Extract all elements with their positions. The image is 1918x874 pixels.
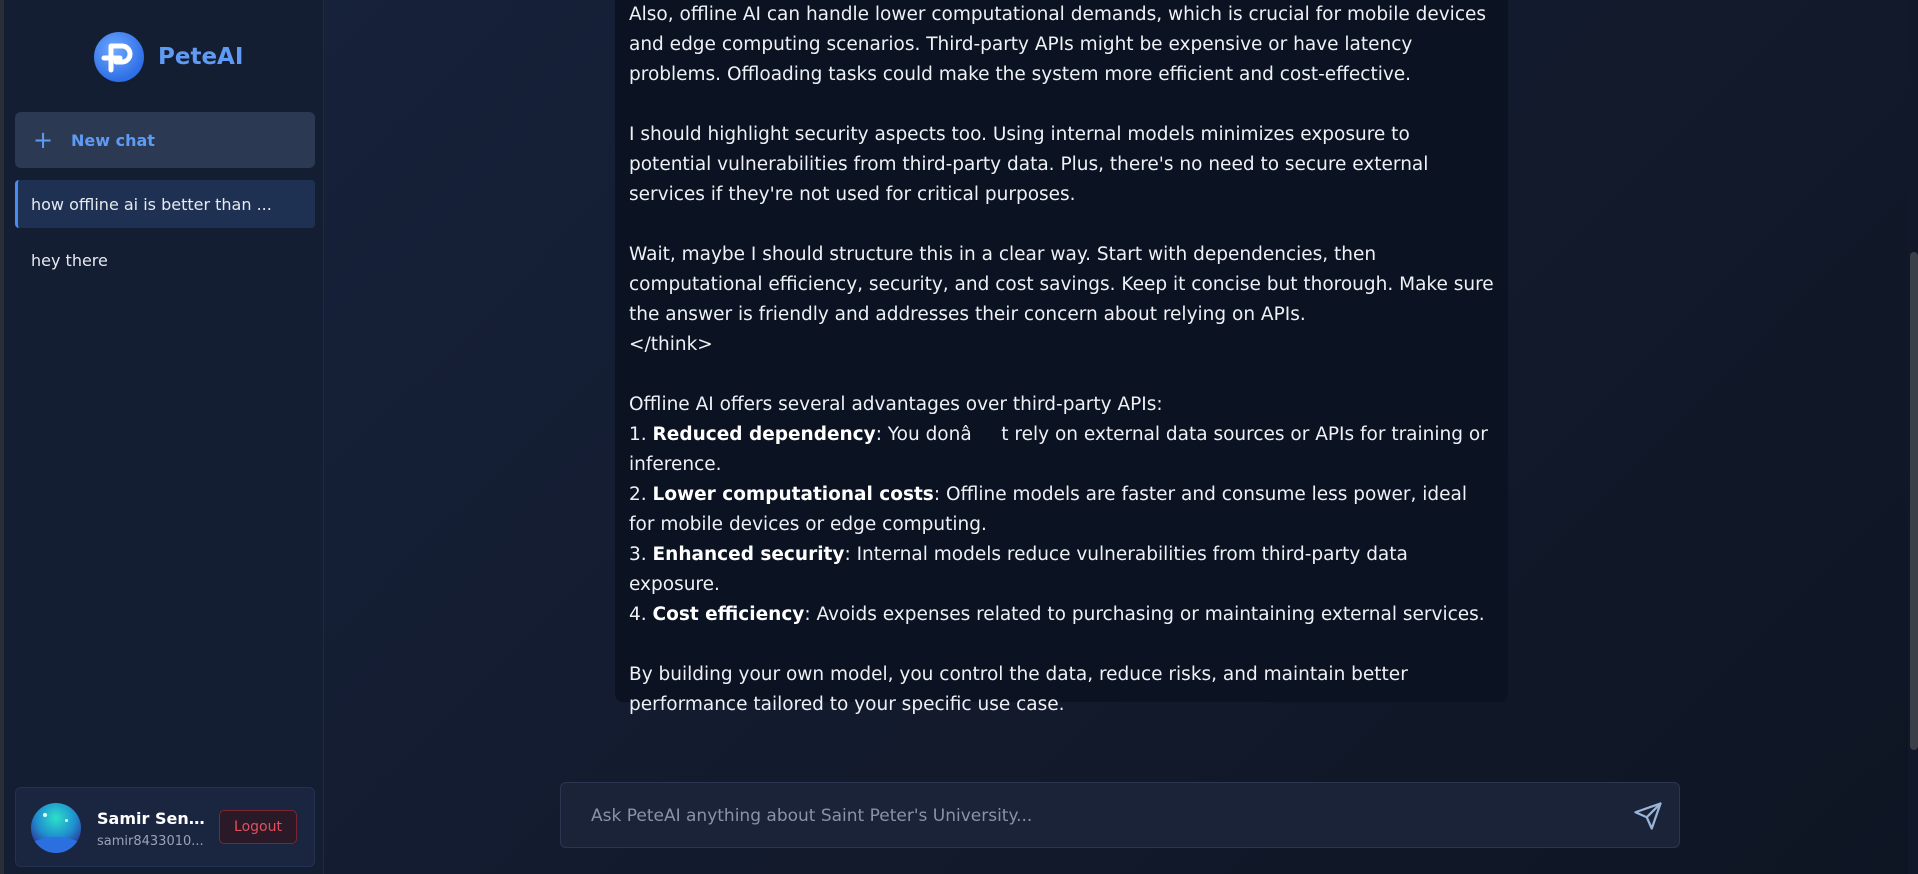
assistant-message: Also, offline AI can handle lower comput… <box>615 0 1508 715</box>
list-item: 1. Reduced dependency: You donât rely … <box>629 420 1494 480</box>
chat-main: Also, offline AI can handle lower comput… <box>324 0 1918 874</box>
chat-title: how offline ai is better than ... <box>31 194 272 214</box>
message-paragraph: Also, offline AI can handle lower comput… <box>629 4 1487 85</box>
send-icon <box>1634 802 1662 830</box>
user-card: Samir Seng... samir8433010... Logout <box>15 787 315 867</box>
user-email: samir8433010... <box>97 834 204 849</box>
list-number: 2. <box>629 484 653 505</box>
avatar-star <box>43 813 47 817</box>
peteai-logo-icon <box>94 32 144 82</box>
list-item-title: Enhanced security <box>652 544 845 565</box>
list-item-title: Lower computational costs <box>652 484 934 505</box>
avatar-hill <box>31 837 81 853</box>
think-close-tag: </think> <box>629 334 713 355</box>
message-paragraph: I should highlight security aspects too.… <box>629 124 1429 205</box>
new-chat-label: New chat <box>71 130 155 150</box>
user-name: Samir Seng... <box>97 809 209 828</box>
list-number: 3. <box>629 544 653 565</box>
list-item-text: : Avoids expenses related to purchasing … <box>804 604 1485 625</box>
avatar-star <box>65 819 68 822</box>
app-window: PeteAI + New chat how offline ai is bett… <box>0 0 1918 874</box>
message-paragraph: Wait, maybe I should structure this in a… <box>629 244 1494 325</box>
list-item: 3. Enhanced security: Internal models re… <box>629 540 1494 600</box>
logout-button[interactable]: Logout <box>219 810 297 844</box>
list-item-title: Cost efficiency <box>652 604 805 625</box>
chat-history-item-active[interactable]: how offline ai is better than ... <box>15 180 315 228</box>
avatar[interactable] <box>31 803 81 853</box>
chat-title: hey there <box>31 250 108 270</box>
chat-input[interactable] <box>589 801 1593 831</box>
message-paragraph: By building your own model, you control … <box>629 664 1408 715</box>
brand-name: PeteAI <box>158 44 244 70</box>
list-item: 2. Lower computational costs: Offline mo… <box>629 480 1494 540</box>
list-number: 4. <box>629 604 653 625</box>
scrollbar-thumb[interactable] <box>1910 252 1918 750</box>
brand[interactable]: PeteAI <box>94 32 243 82</box>
send-button[interactable] <box>1633 801 1663 831</box>
new-chat-button[interactable]: + New chat <box>15 112 315 168</box>
sidebar: PeteAI + New chat how offline ai is bett… <box>4 0 324 874</box>
list-number: 1. <box>629 424 653 445</box>
message-composer <box>560 782 1680 848</box>
list-item-title: Reduced dependency <box>652 424 876 445</box>
message-paragraph: Offline AI offers several advantages ove… <box>629 394 1163 415</box>
plus-icon: + <box>32 126 54 154</box>
chat-history-item[interactable]: hey there <box>15 236 315 284</box>
list-item: 4. Cost efficiency: Avoids expenses rela… <box>629 600 1494 630</box>
